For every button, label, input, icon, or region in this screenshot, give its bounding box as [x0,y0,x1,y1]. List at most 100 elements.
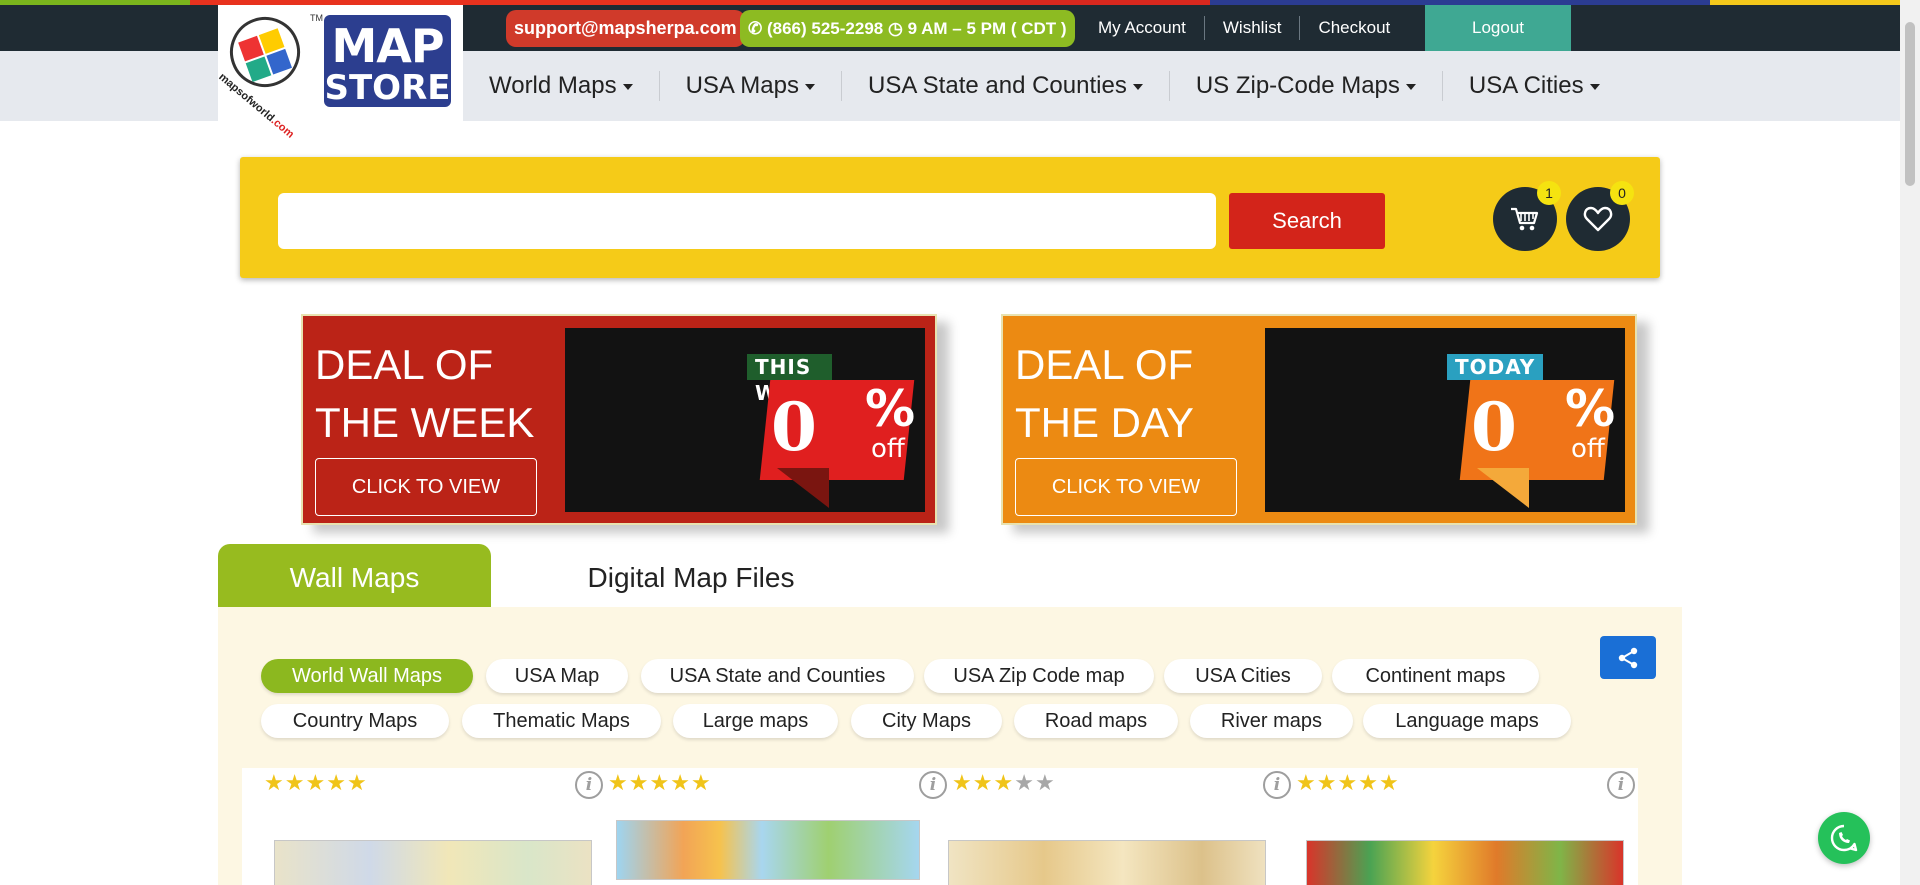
product-card[interactable]: ★★★★★ i [930,768,1291,885]
my-account-link[interactable]: My Account [1080,16,1205,40]
chip-language-maps[interactable]: Language maps [1363,704,1571,738]
page: TM MAP STORE mapsofworld.com support@map… [0,0,1920,885]
star-filled-icon: ★ [972,770,994,795]
chevron-down-icon [1589,83,1600,90]
wishlist-count-badge: 0 [1610,181,1634,205]
search-button[interactable]: Search [1229,193,1385,249]
deal-of-week-banner[interactable]: DEAL OF THE WEEK CLICK TO VIEW THIS WEEK… [301,314,937,525]
deal-of-day-banner[interactable]: DEAL OF THE DAY CLICK TO VIEW TODAY 0 % … [1001,314,1637,525]
deal-day-title: DEAL OF THE DAY [1015,336,1194,452]
cart-icon [1511,207,1539,231]
chip-usa-state-counties[interactable]: USA State and Counties [641,659,914,693]
tab-wall-maps[interactable]: Wall Maps [218,544,491,607]
clock-icon: ◷ [887,19,903,38]
account-links: My Account Wishlist Checkout [1080,5,1408,51]
chevron-down-icon [1405,83,1416,90]
star-filled-icon: ★ [284,770,306,795]
chip-thematic-maps[interactable]: Thematic Maps [462,704,661,738]
logout-button[interactable]: Logout [1425,5,1571,51]
chevron-down-icon [804,83,815,90]
deal-week-title: DEAL OF THE WEEK [315,336,534,452]
main-navigation: World Maps USA Maps USA State and Counti… [463,51,1626,121]
product-card[interactable]: ★★★★★ i [242,768,603,885]
chip-usa-map[interactable]: USA Map [486,659,628,693]
percent-sign: % [1565,380,1616,438]
star-filled-icon: ★ [264,770,285,795]
nav-us-zip-code-maps[interactable]: US Zip-Code Maps [1170,71,1443,101]
discount-value: 0 [771,388,817,466]
discount-tag-label: TODAY [1447,354,1544,380]
product-thumbnail[interactable] [1306,840,1624,885]
product-card[interactable]: ★★★★★ i [586,768,947,885]
deal-week-line-2: THE WEEK [315,399,535,446]
deal-day-line-2: THE DAY [1015,399,1194,446]
percent-sign: % [865,380,916,438]
heart-icon [1583,206,1613,232]
chip-city-maps[interactable]: City Maps [851,704,1002,738]
whatsapp-chat-button[interactable] [1818,812,1870,864]
deal-day-line-1: DEAL OF [1015,341,1194,388]
info-icon[interactable]: i [1607,771,1635,799]
search-input[interactable] [278,193,1216,249]
chevron-down-icon [622,83,633,90]
rating-stars: ★★★★★ [264,770,368,796]
cart-button[interactable]: 1 [1493,181,1561,251]
deal-day-graphic: TODAY 0 % off [1265,328,1625,512]
star-filled-icon: ★ [628,770,650,795]
chip-road-maps[interactable]: Road maps [1014,704,1178,738]
nav-usa-maps[interactable]: USA Maps [660,71,842,101]
checkout-link[interactable]: Checkout [1300,16,1408,40]
star-filled-icon: ★ [1337,770,1359,795]
product-thumbnail[interactable] [616,820,920,880]
product-thumbnail[interactable] [948,840,1266,885]
product-grid: ★★★★★ i ★★★★★ i ★★★★★ i ★★★★★ i [242,768,1638,885]
phone-icon: ✆ [748,19,763,38]
star-filled-icon: ★ [1316,770,1338,795]
support-email-link[interactable]: support@mapsherpa.com [506,10,745,47]
nav-label: USA State and Counties [867,72,1127,99]
rating-stars: ★★★★★ [608,770,712,796]
page-scrollbar[interactable] [1900,0,1920,885]
star-empty-icon: ★ [1014,770,1035,795]
chip-large-maps[interactable]: Large maps [673,704,838,738]
star-empty-icon: ★ [1034,770,1056,795]
tab-digital-map-files[interactable]: Digital Map Files [491,544,891,607]
nav-usa-state-counties[interactable]: USA State and Counties [842,71,1170,101]
product-thumbnail[interactable] [274,840,592,885]
phone-hours-pill[interactable]: ✆ (866) 525-2298 ◷ 9 AM – 5 PM ( CDT ) [740,10,1075,47]
deal-day-cta-button[interactable]: CLICK TO VIEW [1015,458,1237,516]
nav-usa-cities[interactable]: USA Cities [1443,71,1626,101]
chip-river-maps[interactable]: River maps [1190,704,1353,738]
trademark-mark: TM [310,13,323,23]
star-filled-icon: ★ [993,770,1015,795]
chip-usa-zip-code-map[interactable]: USA Zip Code map [924,659,1154,693]
wishlist-button[interactable]: 0 [1566,181,1634,251]
scrollbar-thumb[interactable] [1905,22,1915,186]
chip-world-wall-maps[interactable]: World Wall Maps [261,659,473,693]
star-filled-icon: ★ [670,770,691,795]
share-icon [1618,647,1638,669]
nav-label: USA Maps [685,72,799,99]
product-card[interactable]: ★★★★★ i [1274,768,1635,885]
wishlist-link[interactable]: Wishlist [1205,16,1301,40]
brand-line-2: STORE [324,68,451,108]
cart-count-badge: 1 [1537,181,1561,205]
star-filled-icon: ★ [326,770,347,795]
chip-country-maps[interactable]: Country Maps [261,704,449,738]
star-filled-icon: ★ [1358,770,1379,795]
nav-label: US Zip-Code Maps [1195,72,1400,99]
deal-week-graphic: THIS WEEK 0 % off [565,328,925,512]
off-label: off [1571,434,1605,464]
share-button[interactable] [1600,636,1656,679]
nav-world-maps[interactable]: World Maps [463,71,660,101]
business-hours: 9 AM – 5 PM ( CDT ) [907,19,1067,38]
rating-stars: ★★★★★ [1296,770,1400,796]
discount-value: 0 [1471,388,1517,466]
brand-badge: MAP STORE [324,15,451,107]
deal-week-cta-button[interactable]: CLICK TO VIEW [315,458,537,516]
nav-label: World Maps [489,72,617,99]
chip-usa-cities[interactable]: USA Cities [1164,659,1322,693]
star-filled-icon: ★ [305,770,327,795]
site-logo[interactable]: TM MAP STORE mapsofworld.com [216,5,463,141]
chip-continent-maps[interactable]: Continent maps [1332,659,1539,693]
